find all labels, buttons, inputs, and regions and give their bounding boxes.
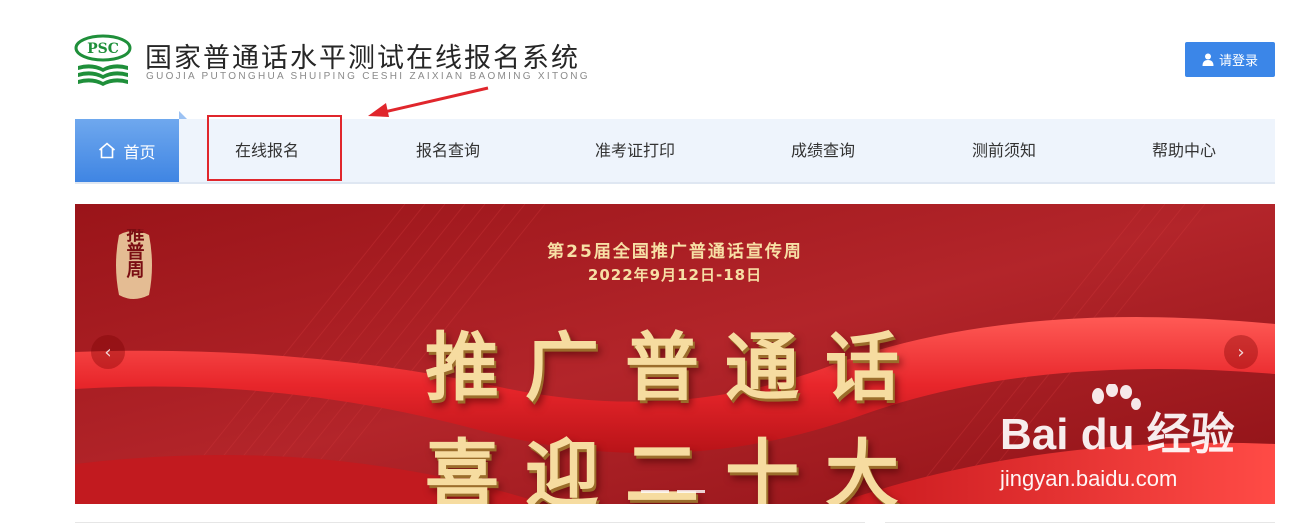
nav-item-score-query[interactable]: 成绩查询 bbox=[763, 119, 883, 182]
watermark-url: jingyan.baidu.com bbox=[1000, 466, 1178, 491]
site-header: PSC 国家普通话水平测试在线报名系统 GUOJIA PUTONGHUA SHU… bbox=[0, 0, 1305, 110]
chevron-right-icon: › bbox=[1237, 341, 1245, 363]
nav-home-label: 首页 bbox=[123, 142, 156, 162]
banner-dates: 2022年9月12日-18日 bbox=[587, 266, 763, 284]
chevron-left-icon: ‹ bbox=[104, 341, 112, 363]
carousel-next-button[interactable]: › bbox=[1224, 335, 1258, 369]
carousel-indicators bbox=[641, 490, 705, 493]
section-divider-left bbox=[75, 522, 865, 523]
nav-item-home[interactable]: 首页 bbox=[75, 119, 179, 182]
watermark-brand: Bai du 经验 bbox=[1000, 410, 1235, 459]
carousel-dot[interactable] bbox=[641, 490, 669, 493]
section-divider-right bbox=[885, 522, 1275, 523]
logo-text: PSC bbox=[87, 41, 119, 57]
nav-item-registration-query[interactable]: 报名查询 bbox=[388, 119, 508, 182]
user-icon bbox=[1202, 53, 1214, 66]
psc-logo[interactable]: PSC bbox=[74, 34, 132, 88]
login-button[interactable]: 请登录 bbox=[1185, 42, 1275, 77]
carousel-prev-button[interactable]: ‹ bbox=[91, 335, 125, 369]
site-subtitle: GUOJIA PUTONGHUA SHUIPING CESHI ZAIXIAN … bbox=[146, 71, 590, 82]
nav-item-pretest-notice[interactable]: 测前须知 bbox=[944, 119, 1064, 182]
nav-item-admission-ticket-print[interactable]: 准考证打印 bbox=[565, 119, 705, 182]
site-title: 国家普通话水平测试在线报名系统 bbox=[145, 43, 580, 74]
home-icon bbox=[99, 142, 116, 159]
home-tab-fold bbox=[179, 111, 187, 119]
banner-event-title: 第25届全国推广普通话宣传周 bbox=[547, 242, 803, 262]
nav-item-help-center[interactable]: 帮助中心 bbox=[1124, 119, 1244, 182]
carousel-dot[interactable] bbox=[677, 490, 705, 493]
login-label: 请登录 bbox=[1218, 54, 1258, 69]
arrow-annotation-icon bbox=[368, 86, 489, 117]
baidu-watermark: Bai du 经验 jingyan.baidu.com bbox=[1000, 384, 1260, 498]
annotation-highlight-box bbox=[207, 115, 342, 181]
